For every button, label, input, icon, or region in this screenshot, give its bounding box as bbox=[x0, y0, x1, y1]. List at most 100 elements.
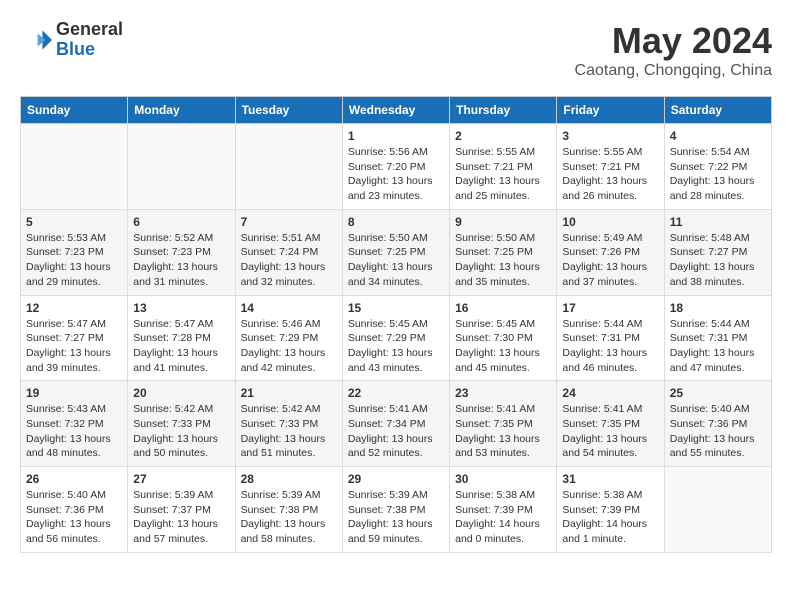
day-info: Sunrise: 5:38 AM Sunset: 7:39 PM Dayligh… bbox=[455, 488, 551, 547]
day-info: Sunrise: 5:55 AM Sunset: 7:21 PM Dayligh… bbox=[455, 145, 551, 204]
title-block: May 2024 Caotang, Chongqing, China bbox=[575, 20, 772, 80]
calendar-day: 15 Sunrise: 5:45 AM Sunset: 7:29 PM Dayli… bbox=[342, 295, 449, 381]
title-location: Caotang, Chongqing, China bbox=[575, 62, 772, 80]
day-info: Sunrise: 5:54 AM Sunset: 7:22 PM Dayligh… bbox=[670, 145, 766, 204]
day-number: 15 bbox=[348, 301, 444, 315]
day-info: Sunrise: 5:43 AM Sunset: 7:32 PM Dayligh… bbox=[26, 402, 122, 461]
calendar-day: 9 Sunrise: 5:50 AM Sunset: 7:25 PM Daylig… bbox=[450, 209, 557, 295]
day-info: Sunrise: 5:53 AM Sunset: 7:23 PM Dayligh… bbox=[26, 231, 122, 290]
calendar-day: 23 Sunrise: 5:41 AM Sunset: 7:35 PM Dayli… bbox=[450, 381, 557, 467]
calendar-week-2: 5 Sunrise: 5:53 AM Sunset: 7:23 PM Daylig… bbox=[21, 209, 772, 295]
calendar-day: 19 Sunrise: 5:43 AM Sunset: 7:32 PM Dayli… bbox=[21, 381, 128, 467]
day-number: 18 bbox=[670, 301, 766, 315]
day-number: 11 bbox=[670, 215, 766, 229]
calendar-day: 11 Sunrise: 5:48 AM Sunset: 7:27 PM Dayli… bbox=[664, 209, 771, 295]
calendar-table: SundayMondayTuesdayWednesdayThursdayFrid… bbox=[20, 96, 772, 553]
day-number: 30 bbox=[455, 472, 551, 486]
day-info: Sunrise: 5:40 AM Sunset: 7:36 PM Dayligh… bbox=[670, 402, 766, 461]
day-number: 13 bbox=[133, 301, 229, 315]
calendar-day: 7Sunrise: 5:51 AM Sunset: 7:24 PM Daylig… bbox=[235, 209, 342, 295]
title-month: May 2024 bbox=[575, 20, 772, 62]
day-info: Sunrise: 5:38 AM Sunset: 7:39 PM Dayligh… bbox=[562, 488, 658, 547]
column-header-wednesday: Wednesday bbox=[342, 97, 449, 124]
day-info: Sunrise: 5:56 AM Sunset: 7:20 PM Dayligh… bbox=[348, 145, 444, 204]
day-number: 3 bbox=[562, 129, 658, 143]
day-number: 9 bbox=[455, 215, 551, 229]
calendar-day: 18Sunrise: 5:44 AM Sunset: 7:31 PM Dayli… bbox=[664, 295, 771, 381]
day-info: Sunrise: 5:45 AM Sunset: 7:29 PM Dayligh… bbox=[348, 317, 444, 376]
calendar-day: 21Sunrise: 5:42 AM Sunset: 7:33 PM Dayli… bbox=[235, 381, 342, 467]
column-header-monday: Monday bbox=[128, 97, 235, 124]
calendar-day: 14Sunrise: 5:46 AM Sunset: 7:29 PM Dayli… bbox=[235, 295, 342, 381]
day-info: Sunrise: 5:47 AM Sunset: 7:28 PM Dayligh… bbox=[133, 317, 229, 376]
calendar-day: 8Sunrise: 5:50 AM Sunset: 7:25 PM Daylig… bbox=[342, 209, 449, 295]
day-number: 24 bbox=[562, 386, 658, 400]
day-number: 25 bbox=[670, 386, 766, 400]
day-info: Sunrise: 5:39 AM Sunset: 7:38 PM Dayligh… bbox=[348, 488, 444, 547]
column-header-saturday: Saturday bbox=[664, 97, 771, 124]
day-number: 7 bbox=[241, 215, 337, 229]
calendar-day: 1 Sunrise: 5:56 AM Sunset: 7:20 PM Daylig… bbox=[342, 124, 449, 210]
calendar-day: 28Sunrise: 5:39 AM Sunset: 7:38 PM Dayli… bbox=[235, 467, 342, 553]
day-number: 19 bbox=[26, 386, 122, 400]
logo-text: General Blue bbox=[56, 20, 123, 60]
day-number: 16 bbox=[455, 301, 551, 315]
day-info: Sunrise: 5:55 AM Sunset: 7:21 PM Dayligh… bbox=[562, 145, 658, 204]
day-number: 10 bbox=[562, 215, 658, 229]
day-number: 20 bbox=[133, 386, 229, 400]
calendar-day: 30 Sunrise: 5:38 AM Sunset: 7:39 PM Dayli… bbox=[450, 467, 557, 553]
calendar-day: 31 Sunrise: 5:38 AM Sunset: 7:39 PM Dayli… bbox=[557, 467, 664, 553]
calendar-day: 17 Sunrise: 5:44 AM Sunset: 7:31 PM Dayli… bbox=[557, 295, 664, 381]
day-info: Sunrise: 5:39 AM Sunset: 7:38 PM Dayligh… bbox=[241, 488, 337, 547]
day-info: Sunrise: 5:50 AM Sunset: 7:25 PM Dayligh… bbox=[455, 231, 551, 290]
day-number: 14 bbox=[241, 301, 337, 315]
logo: General Blue bbox=[20, 20, 123, 60]
day-number: 6 bbox=[133, 215, 229, 229]
column-header-thursday: Thursday bbox=[450, 97, 557, 124]
day-info: Sunrise: 5:40 AM Sunset: 7:36 PM Dayligh… bbox=[26, 488, 122, 547]
day-info: Sunrise: 5:44 AM Sunset: 7:31 PM Dayligh… bbox=[562, 317, 658, 376]
day-number: 17 bbox=[562, 301, 658, 315]
calendar-day: 3 Sunrise: 5:55 AM Sunset: 7:21 PM Daylig… bbox=[557, 124, 664, 210]
day-info: Sunrise: 5:41 AM Sunset: 7:35 PM Dayligh… bbox=[455, 402, 551, 461]
column-header-tuesday: Tuesday bbox=[235, 97, 342, 124]
day-number: 2 bbox=[455, 129, 551, 143]
day-info: Sunrise: 5:41 AM Sunset: 7:34 PM Dayligh… bbox=[348, 402, 444, 461]
day-number: 27 bbox=[133, 472, 229, 486]
calendar-day: 20Sunrise: 5:42 AM Sunset: 7:33 PM Dayli… bbox=[128, 381, 235, 467]
calendar-day: 26 Sunrise: 5:40 AM Sunset: 7:36 PM Dayli… bbox=[21, 467, 128, 553]
day-number: 5 bbox=[26, 215, 122, 229]
calendar-week-1: 1 Sunrise: 5:56 AM Sunset: 7:20 PM Daylig… bbox=[21, 124, 772, 210]
day-info: Sunrise: 5:50 AM Sunset: 7:25 PM Dayligh… bbox=[348, 231, 444, 290]
calendar-week-3: 12Sunrise: 5:47 AM Sunset: 7:27 PM Dayli… bbox=[21, 295, 772, 381]
calendar-day: 27 Sunrise: 5:39 AM Sunset: 7:37 PM Dayli… bbox=[128, 467, 235, 553]
calendar-day: 10 Sunrise: 5:49 AM Sunset: 7:26 PM Dayli… bbox=[557, 209, 664, 295]
calendar-day: 22 Sunrise: 5:41 AM Sunset: 7:34 PM Dayli… bbox=[342, 381, 449, 467]
calendar-day bbox=[128, 124, 235, 210]
calendar-day: 4Sunrise: 5:54 AM Sunset: 7:22 PM Daylig… bbox=[664, 124, 771, 210]
calendar-day: 16 Sunrise: 5:45 AM Sunset: 7:30 PM Dayli… bbox=[450, 295, 557, 381]
day-number: 21 bbox=[241, 386, 337, 400]
day-number: 23 bbox=[455, 386, 551, 400]
day-info: Sunrise: 5:47 AM Sunset: 7:27 PM Dayligh… bbox=[26, 317, 122, 376]
day-number: 26 bbox=[26, 472, 122, 486]
calendar-day: 29Sunrise: 5:39 AM Sunset: 7:38 PM Dayli… bbox=[342, 467, 449, 553]
calendar-day: 2 Sunrise: 5:55 AM Sunset: 7:21 PM Daylig… bbox=[450, 124, 557, 210]
day-info: Sunrise: 5:45 AM Sunset: 7:30 PM Dayligh… bbox=[455, 317, 551, 376]
day-info: Sunrise: 5:52 AM Sunset: 7:23 PM Dayligh… bbox=[133, 231, 229, 290]
day-number: 31 bbox=[562, 472, 658, 486]
calendar-week-5: 26 Sunrise: 5:40 AM Sunset: 7:36 PM Dayli… bbox=[21, 467, 772, 553]
calendar-day bbox=[21, 124, 128, 210]
day-number: 1 bbox=[348, 129, 444, 143]
day-info: Sunrise: 5:49 AM Sunset: 7:26 PM Dayligh… bbox=[562, 231, 658, 290]
day-info: Sunrise: 5:39 AM Sunset: 7:37 PM Dayligh… bbox=[133, 488, 229, 547]
day-info: Sunrise: 5:41 AM Sunset: 7:35 PM Dayligh… bbox=[562, 402, 658, 461]
day-info: Sunrise: 5:48 AM Sunset: 7:27 PM Dayligh… bbox=[670, 231, 766, 290]
calendar-day: 5 Sunrise: 5:53 AM Sunset: 7:23 PM Daylig… bbox=[21, 209, 128, 295]
calendar-day bbox=[235, 124, 342, 210]
calendar-day bbox=[664, 467, 771, 553]
day-number: 22 bbox=[348, 386, 444, 400]
page-header: General Blue May 2024 Caotang, Chongqing… bbox=[20, 20, 772, 80]
column-header-sunday: Sunday bbox=[21, 97, 128, 124]
calendar-day: 24 Sunrise: 5:41 AM Sunset: 7:35 PM Dayli… bbox=[557, 381, 664, 467]
